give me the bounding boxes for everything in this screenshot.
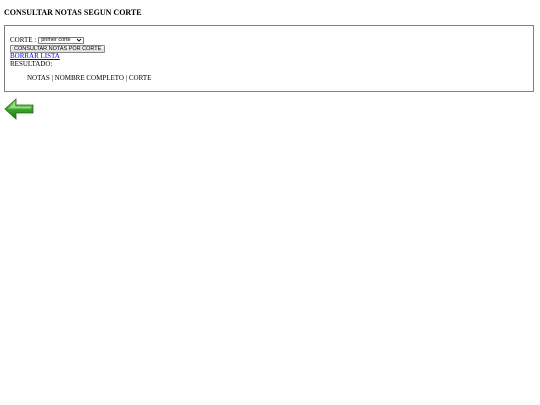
results-table-header: NOTAS | NOMBRE COMPLETO | CORTE <box>27 74 152 82</box>
clear-row: BORRAR LISTA <box>10 52 105 60</box>
clear-list-link[interactable]: BORRAR LISTA <box>10 52 60 60</box>
corte-select-value: primer corte <box>41 37 71 43</box>
corte-row: CORTE : primer corte <box>10 36 105 44</box>
result-label: RESULTADO: <box>10 60 53 68</box>
page-title: CONSULTAR NOTAS SEGUN CORTE <box>4 8 142 17</box>
query-panel: CORTE : primer corte CONSULTAR NOTAS POR… <box>4 25 534 92</box>
corte-label: CORTE : <box>10 36 37 44</box>
corte-select[interactable]: primer corte <box>38 36 85 44</box>
chevron-down-icon <box>76 38 82 42</box>
query-form: CORTE : primer corte CONSULTAR NOTAS POR… <box>10 36 106 68</box>
green-left-arrow-icon[interactable] <box>4 98 34 122</box>
page: CONSULTAR NOTAS SEGUN CORTE CORTE : prim… <box>0 0 540 405</box>
consult-row: CONSULTAR NOTAS POR CORTE <box>10 44 106 53</box>
